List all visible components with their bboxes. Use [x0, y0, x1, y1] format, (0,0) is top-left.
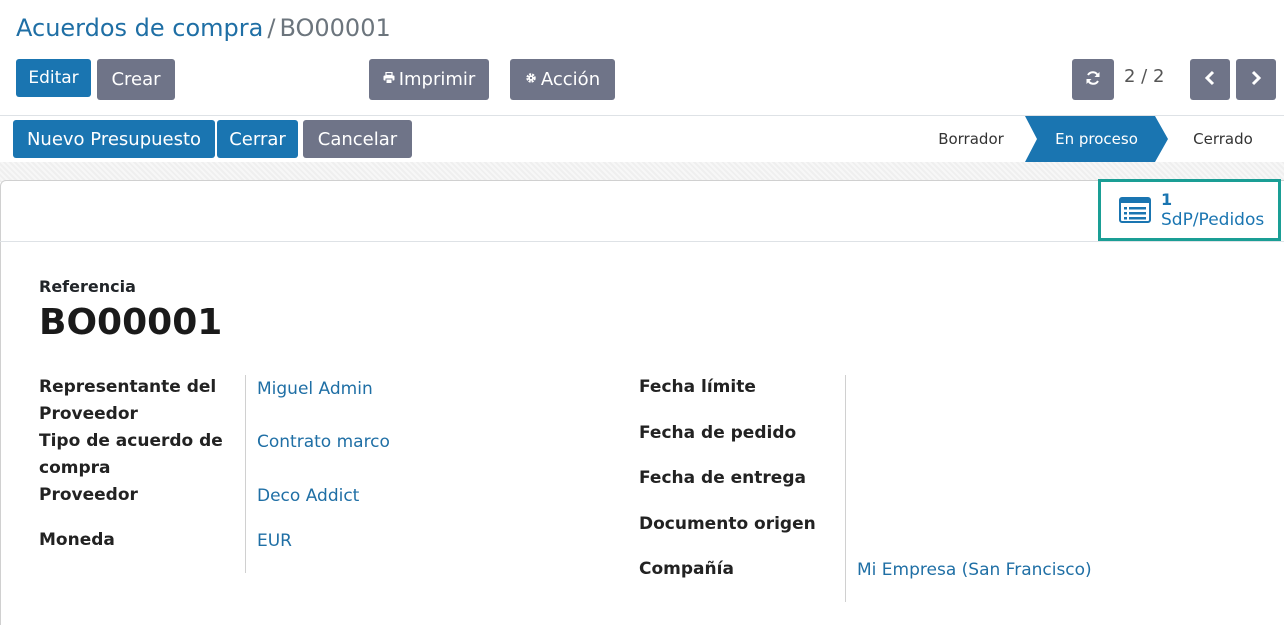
- previous-record-button[interactable]: [1190, 59, 1230, 100]
- company-label: Compañía: [639, 559, 734, 579]
- pager-counter[interactable]: 2 / 2: [1124, 66, 1164, 87]
- button-box-divider: [0, 241, 1284, 242]
- order-date-label: Fecha de pedido: [639, 423, 797, 443]
- company-value[interactable]: Mi Empresa (San Francisco): [857, 557, 1092, 584]
- right-group-divider: [845, 375, 846, 602]
- agreement-type-value[interactable]: Contrato marco: [257, 429, 390, 456]
- delivery-date-label: Fecha de entrega: [639, 468, 806, 488]
- chevron-right-icon: [1250, 70, 1262, 90]
- breadcrumb-parent-link[interactable]: Acuerdos de compra: [16, 14, 263, 42]
- smart-button-count: 1: [1161, 190, 1173, 209]
- vendor-label: Proveedor: [39, 485, 138, 505]
- reference-label: Referencia: [39, 277, 136, 296]
- stage-closed[interactable]: Cerrado: [1170, 116, 1276, 162]
- edit-button[interactable]: Editar: [16, 59, 91, 97]
- new-quotation-button[interactable]: Nuevo Presupuesto: [13, 120, 215, 158]
- action-label: Acción: [540, 69, 601, 90]
- breadcrumb: Acuerdos de compra / BO00001: [16, 14, 391, 42]
- vendor-value[interactable]: Deco Addict: [257, 483, 359, 510]
- vendor-representative-label: Representante del Proveedor: [39, 377, 217, 424]
- refresh-icon: [1085, 70, 1101, 90]
- agreement-type-label: Tipo de acuerdo de compra: [39, 431, 223, 478]
- list-icon: [1119, 197, 1151, 223]
- currency-value[interactable]: EUR: [257, 528, 292, 555]
- breadcrumb-current: BO00001: [279, 14, 391, 42]
- gear-icon: [525, 72, 537, 88]
- form-background: [0, 162, 1284, 182]
- breadcrumb-separator: /: [267, 14, 276, 42]
- stage-in-progress[interactable]: En proceso: [1025, 116, 1168, 162]
- reference-value: BO00001: [39, 302, 223, 343]
- source-document-label: Documento origen: [639, 514, 816, 534]
- vendor-representative-value[interactable]: Miguel Admin: [257, 376, 373, 403]
- print-button[interactable]: Imprimir: [369, 59, 489, 100]
- deadline-label: Fecha límite: [639, 377, 756, 397]
- print-icon: [383, 71, 395, 88]
- action-button[interactable]: Acción: [510, 59, 615, 100]
- close-agreement-button[interactable]: Cerrar: [217, 120, 298, 158]
- cancel-agreement-button[interactable]: Cancelar: [303, 120, 412, 158]
- chevron-left-icon: [1204, 70, 1216, 90]
- create-button[interactable]: Crear: [97, 59, 175, 100]
- print-label: Imprimir: [398, 69, 476, 90]
- purchase-orders-smart-button[interactable]: 1 SdP/Pedidos: [1098, 179, 1281, 241]
- refresh-button[interactable]: [1072, 59, 1114, 100]
- next-record-button[interactable]: [1236, 59, 1276, 100]
- smart-button-label: SdP/Pedidos: [1161, 210, 1265, 230]
- left-group-divider: [245, 375, 246, 573]
- stage-draft[interactable]: Borrador: [920, 116, 1022, 162]
- currency-label: Moneda: [39, 530, 115, 550]
- toolbar-divider: [0, 115, 1284, 116]
